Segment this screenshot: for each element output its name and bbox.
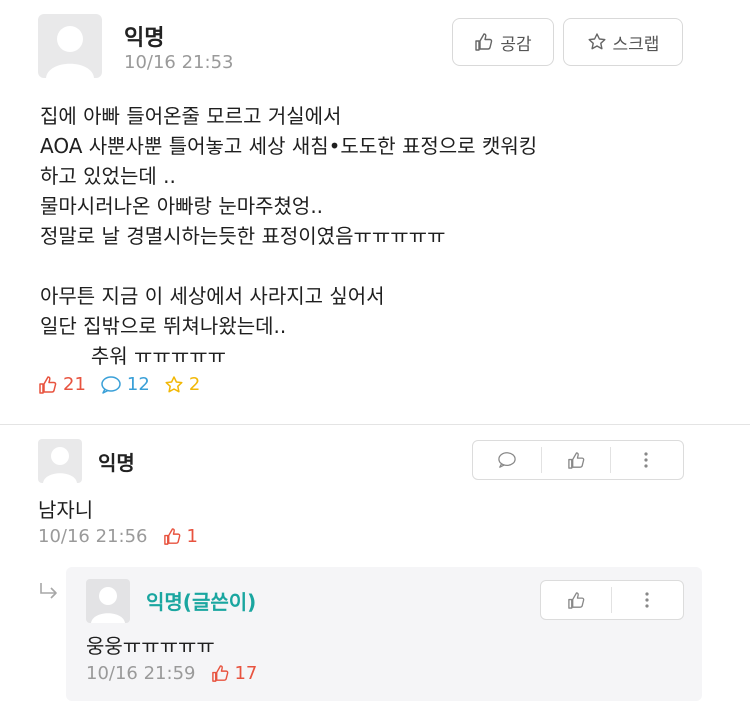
post-line: 추워 ㅠㅠㅠㅠㅠ [40,344,227,368]
vertical-dots-icon [644,452,648,468]
scrap-button[interactable]: 스크랩 [563,18,683,66]
post-scrap-count: 2 [164,374,200,395]
post-body: 집에 아빠 들어온줄 모르고 거실에서 AOA 사뿐사뿐 틀어놓고 세상 새침•… [40,101,537,371]
comment-actions [472,440,684,480]
comment-timestamp: 10/16 21:56 [38,526,148,547]
post-timestamp: 10/16 21:53 [124,52,234,73]
reply-actions [540,580,684,620]
reply-timestamp: 10/16 21:59 [86,663,196,684]
post-line: 집에 아빠 들어온줄 모르고 거실에서 [40,104,342,128]
comment-like-count: 1 [163,526,198,547]
thumbs-up-icon [567,451,584,469]
comment-author-avatar [38,439,82,483]
reply-more-button[interactable] [612,581,682,619]
comment-like-button[interactable] [542,441,610,479]
post-line: AOA 사뿐사뿐 틀어놓고 세상 새침•도도한 표정으로 캣워킹 [40,134,538,158]
post-line: 아무튼 지금 이 세상에서 사라지고 싶어서 [40,284,385,308]
scrap-button-label: 스크랩 [612,34,660,55]
comment-text: 남자니 [38,498,94,522]
reply-like-count: 17 [211,663,257,684]
post-comment-value: 12 [126,374,150,395]
thumbs-up-icon [164,528,181,545]
post-line: 하고 있었는데 .. [40,164,176,188]
post-line [40,251,537,281]
speech-bubble-icon [101,375,121,394]
post-author-avatar [38,14,102,78]
like-button-label: 공감 [500,34,532,55]
reply-like-value: 17 [234,663,258,684]
reply-like-button[interactable] [541,581,611,619]
star-icon [588,33,606,50]
comment-author-name: 익명 [98,451,135,475]
post-comment-count: 12 [100,374,150,395]
post-divider [0,424,750,425]
reply-arrow-icon [40,583,57,599]
comment-reply-button[interactable] [473,441,541,479]
post-line: 일단 집밖으로 뛰쳐나왔는데.. [40,314,287,338]
post-author-name: 익명 [124,26,165,51]
vertical-dots-icon [645,592,649,608]
reply-author-name: 익명(글쓴이) [146,590,257,614]
post-line: 정말로 날 경멸시하는듯한 표정이였음ㅠㅠㅠㅠㅠ [40,224,446,248]
post-scrap-value: 2 [188,374,201,395]
comment-meta: 10/16 21:56 1 [38,526,198,547]
reply-meta: 10/16 21:59 17 [86,663,257,684]
comment-like-value: 1 [186,526,198,547]
thumbs-up-icon [567,591,584,609]
post-stats: 21 12 2 [38,374,200,395]
thumbs-up-icon [39,375,57,394]
thumbs-up-icon [212,665,229,682]
star-icon [165,375,183,392]
comment-more-button[interactable] [611,441,681,479]
like-button[interactable]: 공감 [452,18,554,66]
speech-bubble-icon [498,452,516,468]
post-like-value: 21 [63,374,86,395]
post-like-count: 21 [38,374,86,395]
thumbs-up-icon [475,33,493,51]
post-line: 물마시러나온 아빠랑 눈마주쳤엉.. [40,194,324,218]
reply-text: 웅웅ㅠㅠㅠㅠㅠ [86,634,215,658]
reply-author-avatar [86,579,130,623]
